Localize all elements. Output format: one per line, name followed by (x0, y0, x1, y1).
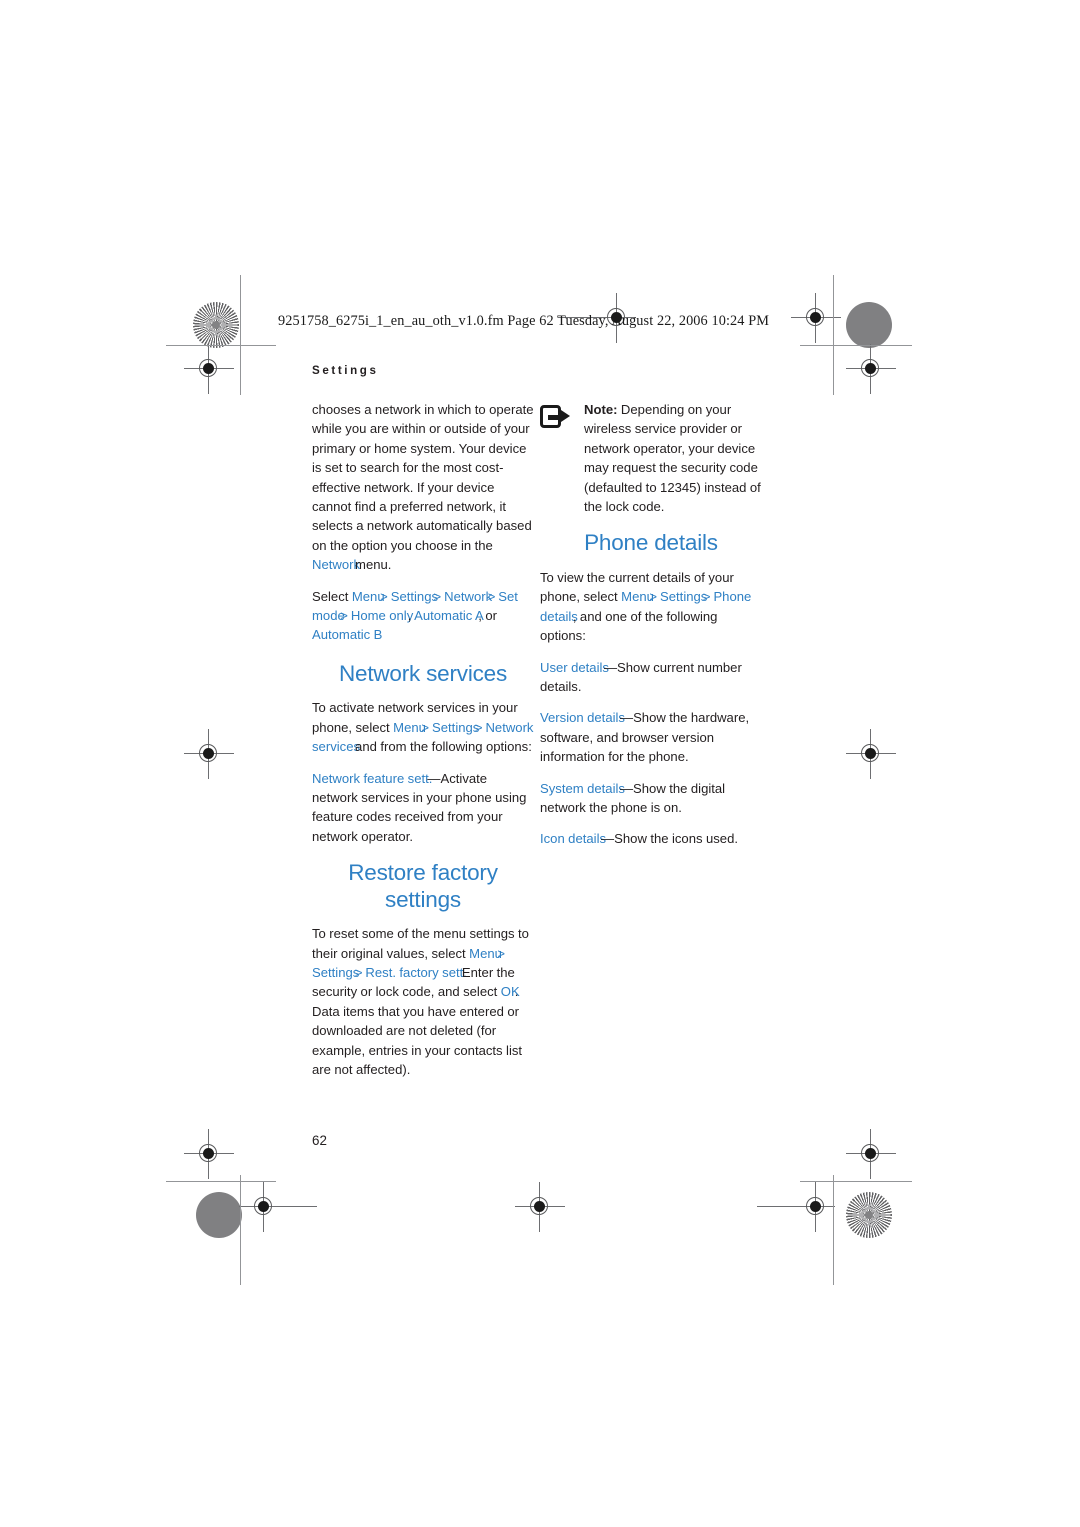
left-column: chooses a network in which to operate wh… (312, 400, 534, 1091)
paragraph-phone-details-intro: To view the current details of your phon… (540, 568, 762, 646)
heading-network-services: Network services (338, 660, 508, 686)
link-network-menu[interactable]: Network (444, 589, 492, 604)
option-dash: — (619, 780, 634, 796)
registration-mark-bottom-right-inner (757, 1182, 835, 1232)
note-box: Note: Depending on your wireless service… (540, 400, 762, 516)
option-system-details: System details—Show the digital network … (540, 779, 762, 818)
link-settings-pd[interactable]: Settings (660, 589, 707, 604)
option-home-only[interactable]: Home only (351, 608, 413, 623)
registration-mark-bottom-left-inner (239, 1182, 317, 1232)
link-network[interactable]: Network (312, 557, 360, 572)
option-dash: — (619, 710, 634, 726)
link-settings-ns[interactable]: Settings (432, 720, 479, 735)
registration-mark-lower-left (184, 1129, 234, 1179)
running-head: Settings (312, 364, 379, 377)
option-dash: — (601, 831, 615, 847)
rf-separator-2: > (354, 965, 363, 981)
option-dash: — (603, 659, 618, 675)
link-rest-factory-sett[interactable]: Rest. factory sett. (365, 965, 466, 980)
link-settings-rf[interactable]: Settings (312, 965, 359, 980)
registration-dot-bottom-left (196, 1192, 242, 1238)
continued-tail: menu. (355, 557, 392, 573)
page-number: 62 (312, 1133, 327, 1148)
rf-separator-1: > (497, 945, 505, 961)
registration-star-target-top-left (193, 302, 239, 348)
scanned-page: 9251758_6275i_1_en_au_oth_v1.0.fm Page 6… (0, 0, 1080, 1527)
option-network-feature-sett[interactable]: Network feature sett. (312, 771, 432, 786)
option-description: Show the icons used. (614, 831, 739, 847)
path-separator-4: > (340, 608, 348, 624)
registration-mark-top-right-inner (791, 293, 841, 343)
path-separator-3: > (487, 588, 496, 604)
trim-line-right-top (833, 275, 835, 395)
option-label[interactable]: Icon details (540, 831, 606, 846)
trim-line-left-bottom (240, 1175, 242, 1285)
trim-line-left-top (240, 275, 242, 395)
trim-line-bottom-left-h (166, 1181, 276, 1183)
paragraph-network-continued: chooses a network in which to operate wh… (312, 400, 534, 575)
option-label[interactable]: User details (540, 660, 609, 675)
registration-mark-mid-right (846, 729, 896, 779)
continued-text: chooses a network in which to operate wh… (312, 402, 534, 553)
option-label[interactable]: Version details (540, 710, 625, 725)
pd-separator-1: > (649, 589, 657, 605)
option-or: or (485, 608, 498, 624)
ns-intro-tail: and from the following options: (355, 739, 532, 755)
note-text: Depending on your wireless service provi… (584, 402, 761, 515)
option-comma-2: , (478, 608, 482, 624)
registration-mark-mid-left (184, 729, 234, 779)
paragraph-network-feature-settings: Network feature sett.—Activate network s… (312, 769, 534, 847)
paragraph-network-services-intro: To activate network services in your pho… (312, 698, 534, 756)
trim-line-bottom-right-h (800, 1181, 912, 1183)
trim-line-top-left-h (166, 345, 276, 347)
right-column: Note: Depending on your wireless service… (540, 400, 762, 861)
option-user-details: User details—Show current number details… (540, 658, 762, 697)
path-separator-1: > (380, 588, 388, 604)
heading-line-1: Restore factory (348, 860, 498, 886)
registration-dot-top-right (846, 302, 892, 348)
heading-phone-details: Phone details (584, 530, 718, 556)
registration-mark-upper-left-margin (184, 344, 234, 394)
ns-separator-2: > (474, 719, 483, 735)
registration-mark-upper-right-margin (846, 344, 896, 394)
link-settings[interactable]: Settings (391, 589, 438, 604)
select-lead: Select (312, 588, 349, 604)
pd-separator-2: > (702, 589, 711, 605)
option-version-details: Version details—Show the hardware, softw… (540, 708, 762, 766)
heading-restore-factory-settings: Restore factory settings (312, 860, 534, 913)
option-dash: — (427, 770, 441, 786)
option-label[interactable]: System details (540, 781, 625, 796)
option-icon-details: Icon details—Show the icons used. (540, 829, 762, 848)
file-slug-line: 9251758_6275i_1_en_au_oth_v1.0.fm Page 6… (278, 313, 770, 329)
note-arrow-icon (540, 405, 570, 430)
ns-separator-1: > (421, 719, 429, 735)
trim-line-top-right-h (800, 345, 912, 347)
option-comma-1: , (407, 608, 412, 624)
note-paragraph: Note: Depending on your wireless service… (584, 400, 762, 516)
path-separator-2: > (433, 588, 442, 604)
registration-mark-lower-right (846, 1129, 896, 1179)
registration-mark-bottom-center (515, 1182, 565, 1232)
trim-line-right-bottom (833, 1175, 835, 1285)
option-automatic-b[interactable]: Automatic B (312, 627, 382, 642)
paragraph-select-network-path: Select Menu> Settings> Network> Set mode… (312, 587, 534, 645)
note-label: Note: (584, 402, 618, 417)
paragraph-restore-factory: To reset some of the menu settings to th… (312, 924, 534, 1079)
heading-line-2: settings (385, 886, 461, 912)
option-automatic-a[interactable]: Automatic A (414, 608, 484, 623)
registration-star-target-bottom-right (846, 1192, 892, 1238)
